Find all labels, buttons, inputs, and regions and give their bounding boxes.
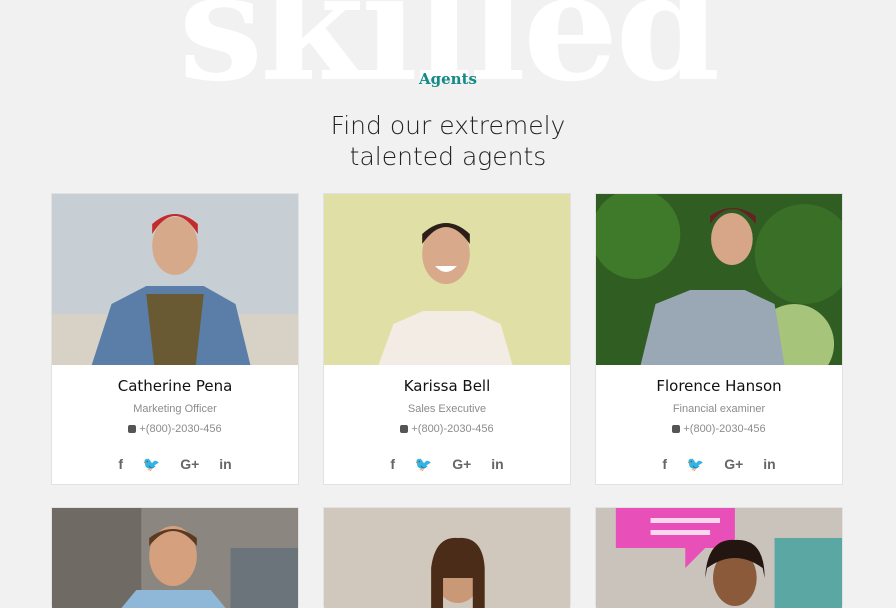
agent-phone: +(800)-2030-456 <box>683 423 766 435</box>
agent-card: Karissa Bell Sales Executive +(800)-2030… <box>323 193 571 485</box>
facebook-icon[interactable]: f <box>662 456 667 472</box>
agent-name: Karissa Bell <box>403 377 491 395</box>
agent-photo <box>324 508 570 608</box>
heading-line-2: talented agents <box>349 142 547 171</box>
agent-position: Financial examiner <box>672 403 766 415</box>
social-links: f 🐦 G+ in <box>596 456 842 473</box>
twitter-icon[interactable]: 🐦 <box>143 456 160 473</box>
agent-photo <box>596 508 842 608</box>
agent-position: Marketing Officer <box>133 403 217 415</box>
google-plus-icon[interactable]: G+ <box>452 456 471 472</box>
agent-photo <box>52 508 298 608</box>
agent-position: Sales Executive <box>407 403 487 415</box>
agent-phone: +(800)-2030-456 <box>411 423 494 435</box>
agent-card <box>323 507 571 608</box>
section-subheading: Agents <box>419 70 477 88</box>
agent-photo <box>596 194 842 365</box>
google-plus-icon[interactable]: G+ <box>724 456 743 472</box>
agent-card <box>51 507 299 608</box>
twitter-icon[interactable]: 🐦 <box>687 456 704 473</box>
agent-card <box>595 507 843 608</box>
linkedin-icon[interactable]: in <box>491 456 503 472</box>
phone-icon <box>672 425 681 433</box>
heading-line-1: Find our extremely <box>330 111 566 140</box>
google-plus-icon[interactable]: G+ <box>180 456 199 472</box>
agent-name: Florence Hanson <box>656 377 782 395</box>
phone-icon <box>400 425 409 433</box>
agent-card: Florence Hanson Financial examiner +(800… <box>595 193 843 485</box>
agent-name: Catherine Pena <box>117 377 233 395</box>
twitter-icon[interactable]: 🐦 <box>415 456 432 473</box>
facebook-icon[interactable]: f <box>118 456 123 472</box>
social-links: f 🐦 G+ in <box>324 456 570 473</box>
social-links: f 🐦 G+ in <box>52 456 298 473</box>
agent-photo <box>52 194 298 365</box>
agent-phone-row: +(800)-2030-456 <box>596 422 842 436</box>
agent-card: Catherine Pena Marketing Officer +(800)-… <box>51 193 299 485</box>
agent-phone-row: +(800)-2030-456 <box>52 422 298 436</box>
phone-icon <box>128 425 137 433</box>
linkedin-icon[interactable]: in <box>219 456 231 472</box>
agent-photo <box>324 194 570 365</box>
agent-phone: +(800)-2030-456 <box>139 423 222 435</box>
facebook-icon[interactable]: f <box>390 456 395 472</box>
linkedin-icon[interactable]: in <box>763 456 775 472</box>
agent-phone-row: +(800)-2030-456 <box>324 422 570 436</box>
section-heading: Find our extremely talented agents <box>0 110 896 172</box>
